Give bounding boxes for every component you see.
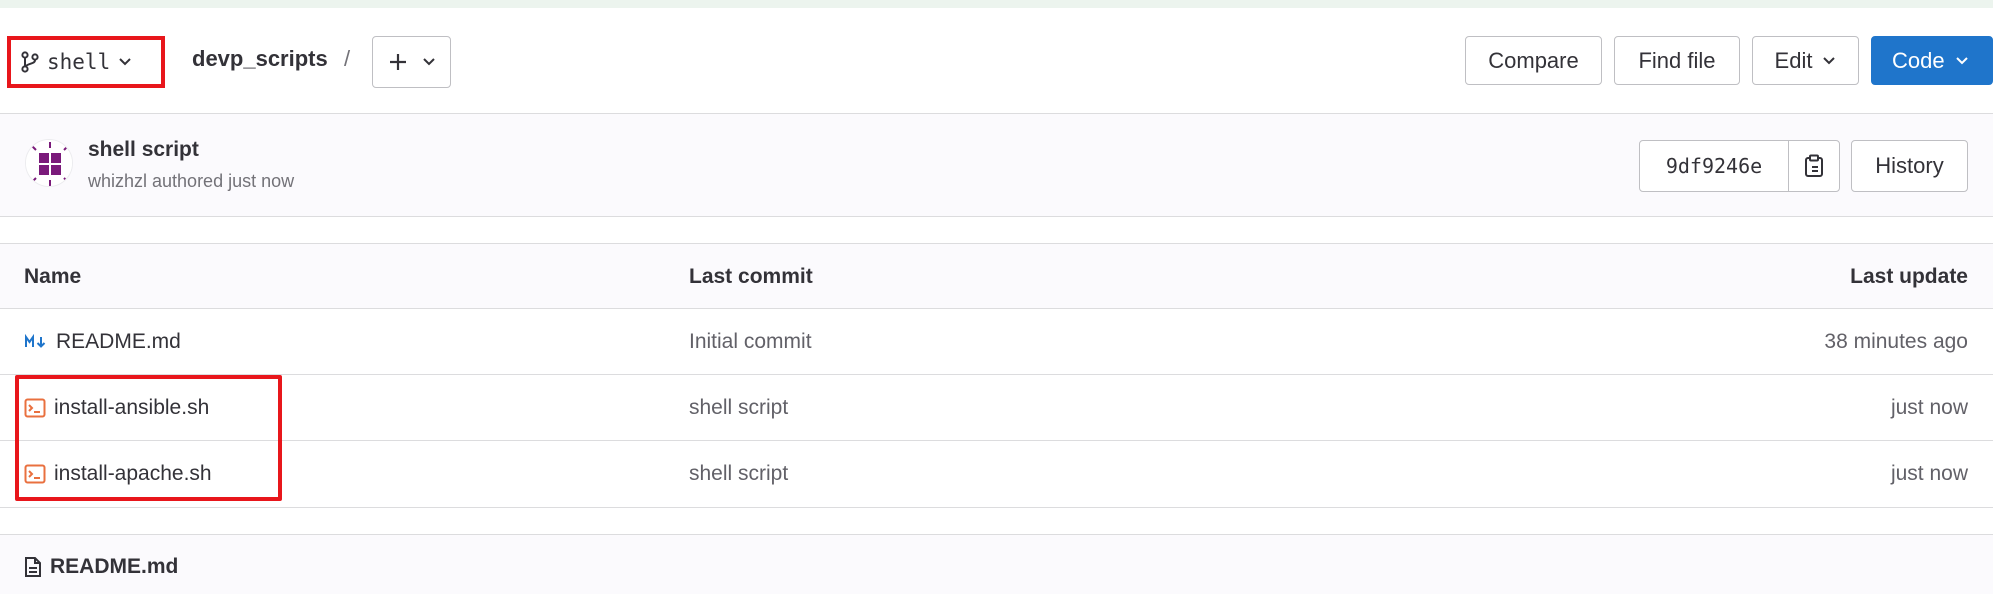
last-commit-message[interactable]: shell script <box>689 375 788 440</box>
file-name: install-apache.sh <box>54 462 212 485</box>
file-icon <box>24 556 42 578</box>
commit-sha-group: 9df9246e <box>1639 140 1840 192</box>
commit-meta: whizhzl authored just now <box>88 171 295 191</box>
file-name-cell[interactable]: install-ansible.sh <box>24 375 209 440</box>
last-commit-message[interactable]: shell script <box>689 441 788 507</box>
find-file-label: Find file <box>1638 47 1716 73</box>
find-file-button[interactable]: Find file <box>1614 36 1740 85</box>
file-table: Name Last commit Last update README.md I… <box>0 243 1993 508</box>
top-strip <box>0 0 1993 8</box>
chevron-down-icon <box>1955 56 1969 66</box>
terminal-file-icon <box>24 464 46 484</box>
branch-name: shell <box>47 50 111 74</box>
breadcrumb-project[interactable]: devp_scripts <box>192 46 328 72</box>
last-update-time: just now <box>1890 462 1968 485</box>
breadcrumb-separator: / <box>344 46 351 71</box>
column-header-last-update: Last update <box>1850 265 1968 288</box>
compare-button[interactable]: Compare <box>1465 36 1602 85</box>
readme-panel-header: README.md <box>0 534 1993 594</box>
readme-title: README.md <box>24 555 178 579</box>
branch-icon <box>21 51 39 73</box>
chevron-down-icon <box>118 57 132 67</box>
edit-label: Edit <box>1774 47 1813 73</box>
plus-icon <box>388 52 408 72</box>
table-header: Name Last commit Last update <box>0 244 1993 309</box>
table-row[interactable]: README.md Initial commit 38 minutes ago <box>0 309 1993 375</box>
clipboard-icon <box>1804 154 1824 178</box>
copy-sha-button[interactable] <box>1789 141 1839 191</box>
code-button[interactable]: Code <box>1871 36 1993 85</box>
commit-title[interactable]: shell script <box>88 138 199 162</box>
avatar[interactable] <box>25 139 73 187</box>
last-commit-message[interactable]: Initial commit <box>689 309 812 374</box>
last-update-time: 38 minutes ago <box>1824 329 1968 353</box>
column-header-last-commit: Last commit <box>689 265 813 288</box>
add-dropdown-button[interactable] <box>372 36 451 88</box>
readme-title-text: README.md <box>50 555 179 578</box>
commit-sha[interactable]: 9df9246e <box>1640 141 1789 191</box>
code-label: Code <box>1892 47 1945 73</box>
compare-label: Compare <box>1488 47 1579 73</box>
markdown-icon <box>24 333 48 350</box>
file-name-cell[interactable]: README.md <box>24 309 181 374</box>
file-name: README.md <box>56 329 181 353</box>
chevron-down-icon <box>1822 56 1836 66</box>
table-row[interactable]: install-ansible.sh shell script just now <box>0 375 1993 441</box>
chevron-down-icon <box>422 57 436 67</box>
last-commit-panel: shell script whizhzl authored just now 9… <box>0 113 1993 217</box>
history-button[interactable]: History <box>1851 140 1968 192</box>
file-name-cell[interactable]: install-apache.sh <box>24 441 212 507</box>
last-update-time: just now <box>1890 395 1968 419</box>
file-name: install-ansible.sh <box>54 395 210 419</box>
terminal-file-icon <box>24 398 46 418</box>
column-header-name: Name <box>24 265 82 288</box>
table-row[interactable]: install-apache.sh shell script just now <box>0 441 1993 507</box>
edit-button[interactable]: Edit <box>1752 36 1859 85</box>
branch-selector[interactable]: shell <box>10 37 165 87</box>
history-label: History <box>1875 153 1944 178</box>
